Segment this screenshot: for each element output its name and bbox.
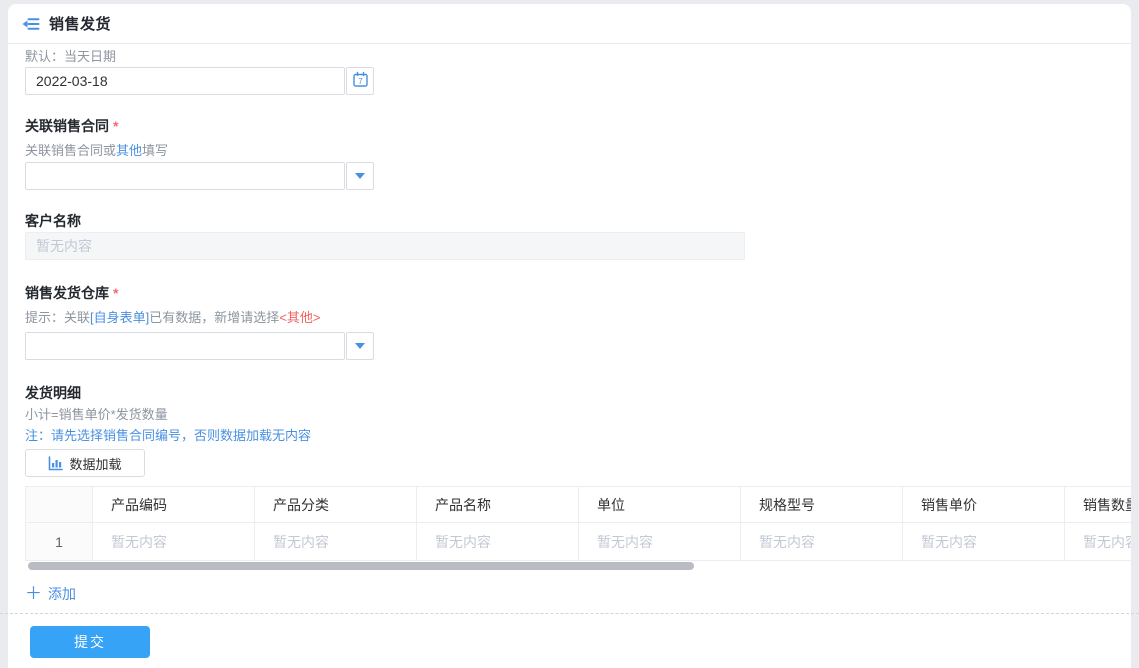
data-load-button[interactable]: 数据加载 <box>25 449 145 477</box>
submit-button[interactable]: 提交 <box>30 626 150 658</box>
column-header: 销售单价 <box>903 487 1065 523</box>
contract-select-arrow-button[interactable] <box>346 162 374 190</box>
warehouse-hint-link[interactable]: [自身表单] <box>90 310 149 325</box>
page-header: 销售发货 <box>8 4 1131 44</box>
table-cell[interactable]: 暂无内容 <box>903 523 1065 561</box>
warehouse-title-text: 销售发货仓库 <box>25 285 109 301</box>
table-header-row: 产品编码产品分类产品名称单位规格型号销售单价销售数量 <box>26 487 1132 523</box>
contract-hint: 关联销售合同或其他填写 <box>25 143 1114 159</box>
warehouse-select-input[interactable] <box>25 332 345 360</box>
form-content: 默认：当天日期 2022-03-18 7 关联销售合同* 关联销售合同或其他填写 <box>8 49 1131 658</box>
dashed-divider <box>0 613 1139 614</box>
column-header: 产品分类 <box>255 487 417 523</box>
contract-title-text: 关联销售合同 <box>25 118 109 134</box>
column-header: 销售数量 <box>1065 487 1132 523</box>
data-load-button-label: 数据加载 <box>69 454 121 473</box>
subtotal-formula-text: 小计=销售单价*发货数量 <box>25 407 1114 423</box>
warehouse-select-arrow-button[interactable] <box>346 332 374 360</box>
bar-chart-icon <box>48 456 63 471</box>
warehouse-hint: 提示：关联[自身表单]已有数据，新增请选择<其他> <box>25 310 1114 326</box>
back-collapse-icon[interactable] <box>22 16 40 32</box>
add-row-button[interactable]: ＋ 添加 <box>25 584 76 604</box>
contract-select-input[interactable] <box>25 162 345 190</box>
table-cell[interactable]: 暂无内容 <box>417 523 579 561</box>
contract-section-title: 关联销售合同* <box>25 117 1114 135</box>
calendar-picker-button[interactable]: 7 <box>346 67 374 95</box>
customer-name-input: 暂无内容 <box>25 232 745 260</box>
customer-section-title: 客户名称 <box>25 212 1114 230</box>
detail-note-text: 注：请先选择销售合同编号，否则数据加载无内容 <box>25 428 1114 444</box>
column-header: 产品编码 <box>93 487 255 523</box>
required-asterisk: * <box>113 118 118 134</box>
row-index-header <box>26 487 93 523</box>
page-title: 销售发货 <box>49 13 111 34</box>
table-cell[interactable]: 暂无内容 <box>1065 523 1132 561</box>
warehouse-hint-mid: 已有数据，新增请选择 <box>149 310 279 325</box>
detail-table: 产品编码产品分类产品名称单位规格型号销售单价销售数量1暂无内容暂无内容暂无内容暂… <box>25 486 1131 561</box>
row-index-cell: 1 <box>26 523 93 561</box>
detail-section-title: 发货明细 <box>25 384 1114 402</box>
chevron-down-icon <box>355 343 365 349</box>
add-row-label: 添加 <box>48 584 76 604</box>
column-header: 产品名称 <box>417 487 579 523</box>
warehouse-hint-prefix: 提示：关联 <box>25 310 90 325</box>
chevron-down-icon <box>355 173 365 179</box>
column-header: 规格型号 <box>741 487 903 523</box>
table-cell[interactable]: 暂无内容 <box>741 523 903 561</box>
table-cell[interactable]: 暂无内容 <box>255 523 417 561</box>
warehouse-hint-red: <其他> <box>279 310 320 325</box>
table-cell[interactable]: 暂无内容 <box>579 523 741 561</box>
warehouse-section-title: 销售发货仓库* <box>25 284 1114 302</box>
contract-hint-prefix: 关联销售合同或 <box>25 143 116 158</box>
contract-hint-suffix: 填写 <box>142 143 168 158</box>
svg-text:7: 7 <box>358 77 363 86</box>
required-asterisk: * <box>113 285 118 301</box>
date-field-label: 默认：当天日期 <box>25 49 1114 65</box>
table-cell[interactable]: 暂无内容 <box>93 523 255 561</box>
contract-hint-link[interactable]: 其他 <box>116 143 142 158</box>
date-input[interactable]: 2022-03-18 <box>25 67 345 95</box>
calendar-icon: 7 <box>352 71 369 91</box>
column-header: 单位 <box>579 487 741 523</box>
table-row: 1暂无内容暂无内容暂无内容暂无内容暂无内容暂无内容暂无内容 <box>26 523 1132 561</box>
horizontal-scrollbar-thumb[interactable] <box>28 562 694 570</box>
plus-icon: ＋ <box>25 587 42 601</box>
form-card: 销售发货 默认：当天日期 2022-03-18 7 关联销售合同* <box>8 4 1131 668</box>
detail-table-container: 产品编码产品分类产品名称单位规格型号销售单价销售数量1暂无内容暂无内容暂无内容暂… <box>25 486 1131 561</box>
